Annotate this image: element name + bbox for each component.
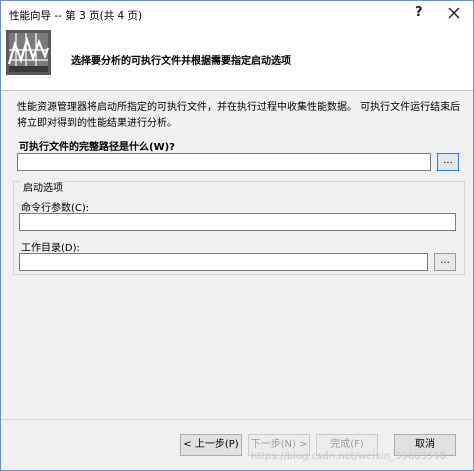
description-text: 性能资源管理器将启动所指定的可执行文件，并在执行过程中收集性能数据。 可执行文件… [17,102,461,129]
wizard-header: 选择要分析的可执行文件并根据需要指定启动选项 [1,27,473,91]
command-args-label: 命令行参数(C): [21,203,90,214]
back-button[interactable]: < 上一步(P) [180,434,242,456]
executable-path-label: 可执行文件的完整路径是什么(W)? [19,142,175,153]
working-directory-label: 工作目录(D): [21,243,80,254]
executable-path-input[interactable] [17,153,431,171]
working-directory-input[interactable] [19,253,428,271]
footer-divider [1,419,473,420]
browse-directory-button[interactable]: ... [434,253,456,271]
window-title: 性能向导 -- 第 3 页(共 4 页) [9,10,143,22]
browse-executable-button[interactable]: ... [437,153,459,171]
watermark: https://blog.csdn.net/weixin_39603590 [251,451,447,462]
launch-options-title: 启动选项 [21,179,65,194]
wizard-step-heading: 选择要分析的可执行文件并根据需要指定启动选项 [71,56,291,67]
performance-wizard-dialog: 性能向导 -- 第 3 页(共 4 页) ? 选择要分析的可执行文件并根据需要指… [0,0,474,471]
close-icon[interactable] [447,6,461,20]
performance-chart-icon [6,30,51,75]
help-icon[interactable]: ? [415,5,423,20]
command-args-input[interactable] [19,213,456,231]
title-bar: 性能向导 -- 第 3 页(共 4 页) ? [1,1,473,27]
